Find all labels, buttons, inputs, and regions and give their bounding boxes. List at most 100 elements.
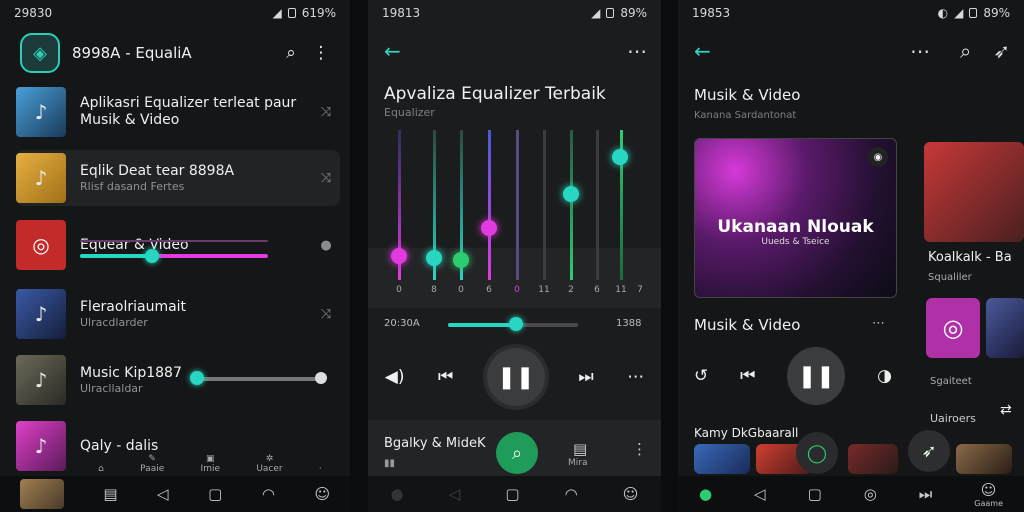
list-icon[interactable]: ▤: [573, 440, 587, 458]
featured-video-card[interactable]: ◉ Ukanaan Nlouak Uueds & Tseice: [694, 138, 897, 298]
system-navbar: ● ◁ ▢ ◎ ⏭ ☺ Gaame: [678, 476, 1024, 512]
list-item[interactable]: ◎ Equear & Video ●: [16, 217, 340, 273]
bottom-thumb[interactable]: [848, 444, 898, 474]
shuffle-icon[interactable]: ⤨: [312, 105, 340, 120]
back-arrow-icon[interactable]: ←: [694, 39, 711, 63]
wifi-icon: ◢: [272, 6, 282, 20]
audio-icon[interactable]: ◎: [864, 485, 877, 503]
cast-icon[interactable]: ➶: [993, 39, 1010, 63]
repeat-icon[interactable]: ↺: [694, 366, 708, 386]
home-icon[interactable]: ▢: [208, 485, 222, 503]
home-icon[interactable]: ▢: [808, 485, 822, 503]
eq-band-label: 7: [637, 285, 643, 295]
player-thumbnail[interactable]: [19, 479, 64, 509]
progress-knob[interactable]: [145, 249, 159, 263]
eq-band-slider[interactable]: [516, 130, 519, 280]
profile-icon[interactable]: ☺: [315, 485, 331, 503]
apps-icon[interactable]: ▤: [103, 485, 117, 503]
bottom-thumb[interactable]: [694, 444, 750, 474]
more-options-icon[interactable]: ⋮: [306, 43, 336, 63]
top-bar: ← ⋯ ⌕ ➶: [694, 32, 1010, 70]
tab-more[interactable]: ·: [319, 464, 322, 474]
eq-band-label: 0: [514, 285, 520, 295]
seek-knob[interactable]: [509, 317, 523, 331]
shuffle-icon[interactable]: ⤨: [312, 307, 340, 322]
home-icon[interactable]: ▢: [505, 485, 519, 503]
back-arrow-icon[interactable]: ←: [384, 39, 401, 63]
video-subtitle: Uueds & Tseice: [761, 237, 830, 247]
eq-band-slider[interactable]: [488, 130, 491, 280]
eq-band-knob[interactable]: [453, 252, 469, 268]
side-subtitle: Squaliler: [928, 272, 972, 283]
tab-paaie[interactable]: ✎ Paaie: [140, 454, 164, 474]
search-icon[interactable]: ⌕: [960, 39, 971, 63]
eq-band-knob[interactable]: [426, 250, 442, 266]
volume-icon[interactable]: ◀): [385, 367, 405, 387]
eq-panel-bg: [368, 248, 661, 308]
side-thumb[interactable]: [986, 298, 1024, 358]
secondary-track: [80, 240, 268, 242]
tab-home[interactable]: ⌂: [98, 464, 104, 474]
volume-track[interactable]: [198, 377, 322, 381]
audio-icon[interactable]: ◠: [565, 485, 578, 503]
more-icon[interactable]: ⋯: [872, 316, 885, 331]
next-icon[interactable]: ⏭: [919, 485, 933, 503]
volume-knob[interactable]: [190, 371, 204, 385]
search-fab[interactable]: ⌕: [496, 432, 538, 474]
side-title: Koalkalk - Ba: [928, 250, 1012, 265]
eq-band-slider[interactable]: [570, 130, 573, 280]
eq-band-label: 0: [458, 285, 464, 295]
eq-band-slider[interactable]: [596, 130, 599, 280]
alarm-icon: ◐: [937, 6, 949, 20]
previous-icon[interactable]: ⏮: [438, 367, 453, 387]
back-icon[interactable]: ◁: [754, 485, 766, 503]
app-icon[interactable]: ●: [699, 485, 712, 503]
list-item[interactable]: ♪ Fleraolriaumait Ulracdlarder ⤨: [16, 286, 340, 342]
pause-button[interactable]: ❚❚: [486, 348, 545, 406]
next-icon[interactable]: ⏭: [578, 367, 593, 387]
bottom-thumb[interactable]: [956, 444, 1012, 474]
status-time: 19813: [382, 6, 421, 20]
volume-end-knob: [315, 372, 327, 384]
chat-fab[interactable]: ◯: [796, 432, 838, 474]
timer-icon[interactable]: ◑: [877, 366, 892, 386]
cast-fab[interactable]: ➶: [908, 430, 950, 472]
mic-icon[interactable]: ●: [312, 238, 340, 253]
sim-icon: [287, 8, 296, 18]
back-icon[interactable]: ◁: [449, 485, 461, 503]
audio-icon[interactable]: ◠: [262, 485, 275, 503]
item-subtitle: Ulracdlarder: [80, 315, 148, 329]
eq-band-knob[interactable]: [612, 149, 628, 165]
profile-icon[interactable]: ☺: [623, 485, 639, 503]
side-video-card[interactable]: [924, 142, 1024, 242]
more-icon[interactable]: ⋯: [910, 39, 930, 63]
apps-icon[interactable]: ●: [391, 485, 404, 503]
tab-uacer[interactable]: ✲ Uacer: [256, 454, 282, 474]
image-icon: ▣: [206, 454, 215, 464]
system-navbar: ● ◁ ▢ ◠ ☺: [368, 476, 661, 512]
back-icon[interactable]: ◁: [157, 485, 169, 503]
app-logo: ◈: [20, 33, 60, 73]
list-item[interactable]: ♪ Eqlik Deat tear 8898A Rlisf dasand Fer…: [16, 150, 340, 206]
previous-icon[interactable]: ⏮: [740, 366, 755, 386]
profile-tab[interactable]: ☺ Gaame: [974, 481, 1003, 508]
shuffle-icon[interactable]: ⤨: [312, 171, 340, 186]
thumbnail: ♪: [16, 153, 66, 203]
shuffle-icon[interactable]: ⇄: [1000, 402, 1012, 418]
eq-band-slider[interactable]: [543, 130, 546, 280]
equalizer-app-icon[interactable]: ◎: [926, 298, 980, 358]
more-icon[interactable]: ⋯: [627, 367, 644, 387]
search-icon[interactable]: ⌕: [276, 43, 306, 63]
section-subtitle: Kanana Sardantonat: [694, 110, 797, 121]
more-icon[interactable]: ⋯: [627, 39, 647, 63]
sim-icon: [969, 8, 978, 18]
eq-band-knob[interactable]: [563, 186, 579, 202]
playback-controls: ◀) ⏮ ❚❚ ⏭ ⋯: [368, 348, 661, 406]
list-item[interactable]: ♪ Aplikasri Equalizer terleat paur Musik…: [16, 84, 340, 140]
eq-band-knob[interactable]: [481, 220, 497, 236]
more-vert-icon[interactable]: ⋮: [632, 440, 647, 458]
mini-tabbar: ⌂ ✎ Paaie ▣ Imie ✲ Uacer ·: [80, 436, 340, 474]
eq-band-knob[interactable]: [391, 248, 407, 264]
pause-button[interactable]: ❚❚: [787, 347, 846, 405]
tab-imie[interactable]: ▣ Imie: [201, 454, 220, 474]
